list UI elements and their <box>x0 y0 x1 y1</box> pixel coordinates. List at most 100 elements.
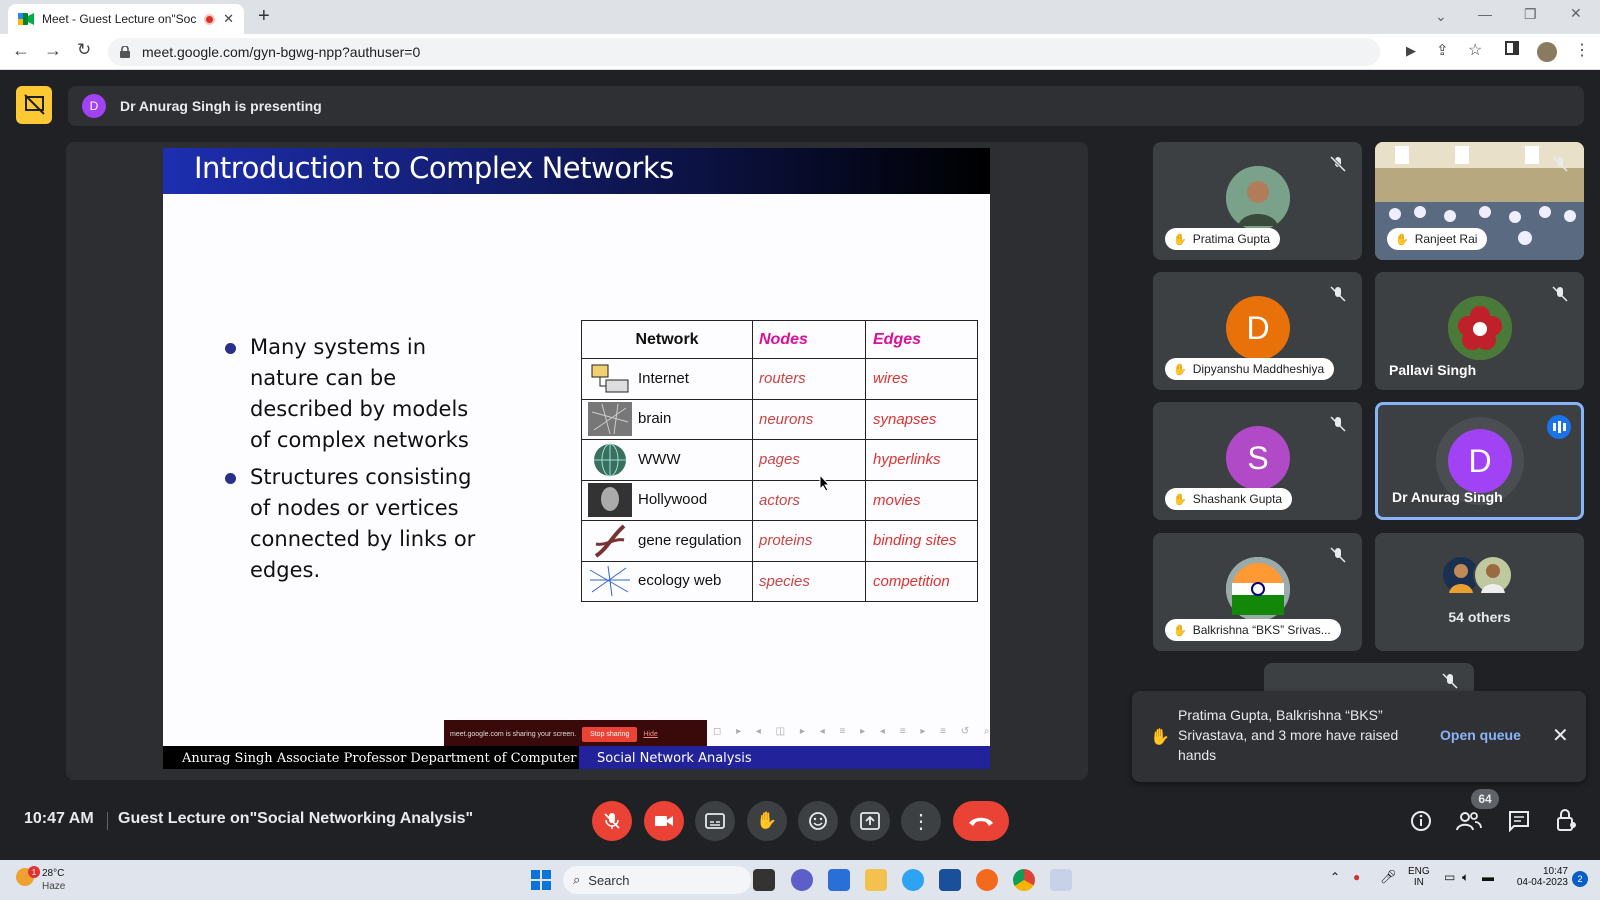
weather-badge: 1 <box>28 866 40 878</box>
snipping-tool-icon[interactable] <box>1050 869 1072 891</box>
notification-badge[interactable]: 2 <box>1572 871 1588 887</box>
header-network: Network <box>581 320 753 359</box>
browser-menu-icon[interactable]: ⋮ <box>1574 40 1590 60</box>
forward-button[interactable]: → <box>44 40 62 61</box>
participant-tile-speaking[interactable]: D Dr Anurag Singh <box>1375 402 1584 520</box>
meeting-details-button[interactable] <box>1410 810 1432 832</box>
people-button[interactable] <box>1456 810 1482 832</box>
network-icon[interactable]: ▭ <box>1444 870 1455 884</box>
info-icon <box>1411 811 1431 831</box>
back-button[interactable]: ← <box>12 40 30 61</box>
clock-time: 10:47 <box>1542 866 1568 877</box>
footer-course: Social Network Analysis <box>579 746 990 769</box>
mic-toggle-button[interactable] <box>592 801 632 841</box>
battery-icon[interactable]: ▬ <box>1482 870 1494 884</box>
mic-off-icon <box>1330 286 1346 302</box>
edges-cell: synapses <box>865 398 978 440</box>
table-row: gene regulation proteins binding sites <box>581 520 978 562</box>
store-icon[interactable] <box>828 869 850 891</box>
browser-tab[interactable]: Meet - Guest Lecture on"Soc ✕ <box>8 4 244 34</box>
share-icon[interactable]: ⇪ <box>1436 41 1449 59</box>
captions-button[interactable] <box>695 801 735 841</box>
profile-avatar[interactable] <box>1537 42 1557 62</box>
others-tile[interactable]: 54 others <box>1375 533 1584 651</box>
edges-cell: competition <box>865 560 978 602</box>
address-bar-row: ← → ↻ meet.google.com/gyn-bgwg-npp?authu… <box>0 34 1600 70</box>
leave-call-button[interactable] <box>953 801 1009 841</box>
omnibox[interactable]: meet.google.com/gyn-bgwg-npp?authuser=0 <box>108 38 1380 66</box>
reload-button[interactable]: ↻ <box>77 40 91 60</box>
close-window-button[interactable]: ✕ <box>1570 5 1582 22</box>
share-bar-text: meet.google.com is sharing your screen. <box>450 730 577 738</box>
hidden-icons-chevron[interactable]: ⌃ <box>1330 870 1340 884</box>
language-indicator[interactable]: ENG IN <box>1408 866 1430 888</box>
slide-bullet-2: Structures consisting of nodes or vertic… <box>225 462 490 586</box>
slide-title: Introduction to Complex Networks <box>163 148 990 194</box>
presentation-indicator-icon[interactable] <box>16 86 52 124</box>
hide-share-bar-link[interactable]: Hide <box>643 731 657 738</box>
present-button[interactable] <box>850 801 890 841</box>
nodes-cell: neurons <box>752 398 866 440</box>
firefox-icon[interactable] <box>976 869 998 891</box>
reactions-button[interactable] <box>798 801 838 841</box>
avatar: D <box>1448 429 1512 493</box>
participant-tile[interactable]: ✋ Pratima Gupta <box>1153 142 1362 260</box>
participant-tile[interactable]: ✋ Balkrishna “BKS” Srivas... <box>1153 533 1362 651</box>
raised-hand-icon: ✋ <box>1173 363 1187 376</box>
start-button[interactable] <box>531 870 551 890</box>
table-row: ecology web species competition <box>581 560 978 602</box>
participant-tile[interactable]: Pallavi Singh <box>1375 272 1584 390</box>
edge-icon[interactable] <box>902 869 924 891</box>
system-clock[interactable]: 10:47 04-04-2023 <box>1508 866 1568 888</box>
open-queue-button[interactable]: Open queue <box>1440 727 1521 743</box>
language-code: ENG <box>1408 866 1430 877</box>
participant-name: Dr Anurag Singh <box>1392 489 1503 505</box>
task-view-icon[interactable] <box>753 869 775 891</box>
header-edges: Edges <box>865 320 978 359</box>
slide-navigation-icons[interactable]: ◻ ▸ ◂ ◫ ▸ ◂ ≡ ▸ ◂ ≡ ▸ ≡ ↺ ⌕ ↻ <box>713 726 990 740</box>
close-toast-icon[interactable]: ✕ <box>1552 723 1569 748</box>
chat-button[interactable] <box>1508 810 1530 832</box>
shared-slide: Introduction to Complex Networks Many sy… <box>163 148 990 769</box>
participant-name: Pratima Gupta <box>1192 232 1271 246</box>
avatar <box>1473 555 1513 595</box>
camera-permission-icon[interactable]: ▶ <box>1406 43 1416 59</box>
browser-tab-bar: Meet - Guest Lecture on"Soc ✕ + ⌄ — ❐ ✕ <box>0 0 1600 34</box>
participant-tile[interactable]: ✋ Ranjeet Rai <box>1375 142 1584 260</box>
lock-icon <box>120 46 130 58</box>
taskbar-search-box[interactable]: ⌕ Search <box>563 866 751 894</box>
tab-search-icon[interactable]: ⌄ <box>1435 8 1447 25</box>
microphone-tray-icon[interactable]: 🎤︎ <box>1380 869 1397 885</box>
globe-thumbnail-icon <box>588 443 632 477</box>
more-options-button[interactable]: ⋮ <box>901 801 941 841</box>
table-header-row: Network Nodes Edges <box>581 320 978 359</box>
presenter-avatar: D <box>82 94 106 118</box>
clock-date: 04-04-2023 <box>1516 877 1568 888</box>
minimize-button[interactable]: — <box>1478 6 1492 22</box>
flower-avatar <box>1448 296 1512 360</box>
side-panel-icon[interactable] <box>1505 41 1519 55</box>
participant-name: Shashank Gupta <box>1192 492 1283 506</box>
new-tab-button[interactable]: + <box>258 5 270 28</box>
meeting-clock: 10:47 AM <box>24 810 94 827</box>
prime-video-icon[interactable] <box>939 869 961 891</box>
participant-name-chip: ✋ Dipyanshu Maddheshiya <box>1165 358 1335 380</box>
stop-sharing-button[interactable]: Stop sharing <box>582 726 638 742</box>
participant-tile-partial[interactable] <box>1264 663 1474 691</box>
teams-chat-icon[interactable] <box>791 869 813 891</box>
camera-toggle-button[interactable] <box>644 801 684 841</box>
network-name: Hollywood <box>638 491 708 509</box>
maximize-button[interactable]: ❐ <box>1524 6 1537 23</box>
volume-icon[interactable]: 🔈︎ <box>1462 870 1469 885</box>
bookmark-star-icon[interactable]: ☆ <box>1468 40 1482 60</box>
raise-hand-button[interactable]: ✋ <box>747 801 787 841</box>
antivirus-icon[interactable]: ● <box>1353 870 1360 884</box>
participant-tile[interactable]: S ✋ Shashank Gupta <box>1153 402 1362 520</box>
participant-tile[interactable]: D ✋ Dipyanshu Maddheshiya <box>1153 272 1362 390</box>
file-explorer-icon[interactable] <box>865 869 887 891</box>
chrome-icon[interactable] <box>1013 869 1035 891</box>
host-controls-button[interactable] <box>1556 808 1578 832</box>
tab-close-icon[interactable]: ✕ <box>223 11 234 27</box>
participant-name: Ranjeet Rai <box>1414 232 1478 246</box>
captions-icon <box>705 813 725 829</box>
